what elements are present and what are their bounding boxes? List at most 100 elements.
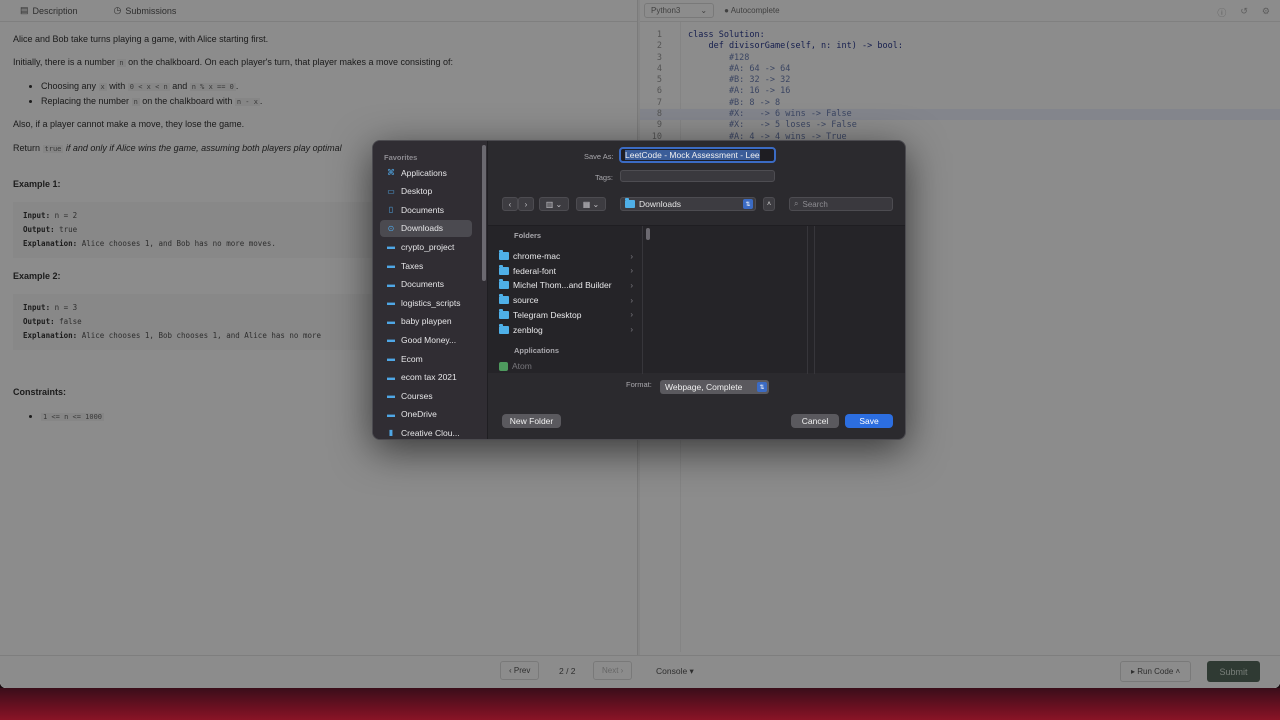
format-select[interactable]: Webpage, Complete ⇅: [660, 380, 769, 394]
app-icon: [499, 361, 508, 371]
favorites-header: Favorites: [384, 153, 418, 162]
sidebar-item[interactable]: ⊙ Downloads: [380, 219, 472, 237]
tags-label: Tags:: [595, 173, 613, 182]
folders-header: Folders: [514, 231, 542, 240]
sidebar-item-label: Documents: [401, 204, 444, 215]
search-input[interactable]: ⌕ Search: [789, 197, 893, 211]
save-button[interactable]: Save: [845, 414, 893, 428]
sidebar-item[interactable]: ▬ Taxes: [380, 257, 472, 274]
folder-icon: ▬: [387, 261, 395, 270]
chevron-left-icon: ‹: [508, 199, 512, 209]
format-value: Webpage, Complete: [665, 382, 743, 392]
sidebar-item[interactable]: ▬ Courses: [380, 387, 472, 404]
folder-icon: ▬: [387, 298, 395, 308]
folder-icon: [499, 308, 509, 319]
folder-row[interactable]: chrome-mac ›: [499, 249, 633, 263]
sidebar-item-label: baby playpen: [401, 316, 452, 327]
column-divider[interactable]: [814, 226, 815, 374]
folder-name: zenblog: [513, 324, 543, 335]
sidebar-item[interactable]: ▯ Documents: [380, 201, 472, 218]
columns-icon: ▥ ⌄: [545, 199, 563, 209]
location-select[interactable]: Downloads ⇅: [620, 197, 756, 211]
desktop-background: [0, 688, 1280, 720]
application-row: Atom: [499, 359, 633, 373]
sidebar-item[interactable]: ▭ Desktop: [380, 183, 472, 200]
sidebar-item-label: Downloads: [401, 223, 444, 234]
sidebar-item-label: crypto_project: [401, 241, 455, 252]
folder-name: chrome-mac: [513, 251, 561, 261]
sidebar-item-label: logistics_scripts: [401, 297, 461, 308]
folder-icon: ▬: [387, 279, 395, 289]
sidebar-item[interactable]: ▬ logistics_scripts: [380, 294, 472, 311]
search-icon: ⌕: [794, 199, 799, 208]
sidebar-item-label: Courses: [401, 390, 433, 401]
chevron-right-icon: ›: [524, 199, 528, 209]
tags-input[interactable]: [620, 170, 775, 182]
folder-row[interactable]: source ›: [499, 293, 633, 307]
folder-icon: [499, 323, 509, 334]
folder-row[interactable]: zenblog ›: [499, 323, 633, 337]
format-label: Format:: [626, 380, 652, 389]
column-scrollbar[interactable]: [646, 228, 650, 240]
folder-icon: ▬: [387, 372, 395, 382]
updown-chevron-icon: ⇅: [743, 199, 753, 209]
sidebar-item-label: Applications: [401, 167, 447, 178]
applications-header: Applications: [514, 346, 560, 355]
save-as-value: LeetCode - Mock Assessment - Lee: [625, 150, 760, 160]
save-as-label: Save As:: [584, 152, 614, 161]
sidebar-item[interactable]: ▬ OneDrive: [380, 406, 472, 423]
applications-icon: ⌘: [387, 168, 395, 177]
sidebar-item[interactable]: ▮ Creative Clou...: [380, 424, 472, 439]
folder-icon: [499, 250, 509, 260]
search-placeholder: Search: [802, 199, 828, 209]
folder-icon: ▬: [387, 409, 395, 419]
sidebar-item-label: Creative Clou...: [401, 427, 460, 438]
folder-name: Michel Thom...and Builder: [513, 280, 612, 291]
sidebar-item[interactable]: ⌘ Applications: [380, 164, 472, 181]
chevron-up-icon: ˄: [766, 200, 772, 208]
sidebar-item[interactable]: ▬ crypto_project: [380, 238, 472, 255]
folder-name: federal-font: [513, 265, 556, 276]
save-dialog: Favorites ⌘ Applications ▭ Desktop ▯ Document…: [372, 140, 906, 440]
sidebar-item[interactable]: ▬ ecom tax 2021: [380, 369, 472, 386]
back-button[interactable]: ‹: [502, 197, 518, 211]
column-divider[interactable]: [807, 226, 808, 374]
folder-icon: [499, 264, 509, 275]
browser-column-1: Folders chrome-mac › federal-font › Michel T…: [488, 226, 643, 374]
folder-icon: ▬: [387, 354, 395, 363]
chevron-right-icon: ›: [630, 295, 633, 305]
folder-icon: ▬: [387, 335, 395, 345]
forward-button[interactable]: ›: [518, 197, 534, 211]
chevron-right-icon: ›: [630, 310, 633, 320]
folder-row[interactable]: Telegram Desktop ›: [499, 308, 633, 322]
sidebar-item[interactable]: ▬ baby playpen: [380, 313, 472, 330]
new-folder-button[interactable]: New Folder: [502, 414, 561, 428]
folder-row[interactable]: Michel Thom...and Builder ›: [499, 278, 633, 292]
sidebar-item[interactable]: ▬ Ecom: [380, 350, 472, 367]
folder-row[interactable]: federal-font ›: [499, 264, 633, 278]
document-icon: ▯: [388, 205, 394, 215]
sidebar-item[interactable]: ▬ Documents: [380, 276, 472, 293]
folder-icon: ▬: [387, 391, 395, 401]
sidebar-item-label: ecom tax 2021: [401, 372, 457, 383]
downloads-icon: ⊙: [387, 223, 395, 233]
location-label: Downloads: [639, 199, 682, 209]
cancel-button[interactable]: Cancel: [791, 414, 839, 428]
sidebar-item-label: Good Money...: [401, 334, 457, 345]
chevron-right-icon: ›: [630, 251, 633, 261]
sidebar-item-label: Desktop: [401, 186, 433, 197]
file-icon: ▮: [388, 428, 394, 438]
view-columns-button[interactable]: ▥ ⌄: [539, 197, 569, 211]
sidebar-item[interactable]: ▬ Good Money...: [380, 331, 472, 348]
desktop-icon: ▭: [387, 186, 395, 196]
folder-name: source: [513, 295, 539, 306]
save-as-input[interactable]: LeetCode - Mock Assessment - Lee: [619, 147, 776, 163]
folder-name: Telegram Desktop: [513, 309, 582, 320]
grid-icon: ▦ ⌄: [582, 199, 600, 209]
group-button[interactable]: ▦ ⌄: [576, 197, 606, 211]
folder-icon: [625, 198, 635, 208]
collapse-button[interactable]: ˄: [763, 197, 775, 211]
sidebar-item-label: Ecom: [401, 353, 423, 364]
sidebar-scrollbar[interactable]: [482, 145, 486, 281]
folder-icon: [499, 279, 509, 290]
